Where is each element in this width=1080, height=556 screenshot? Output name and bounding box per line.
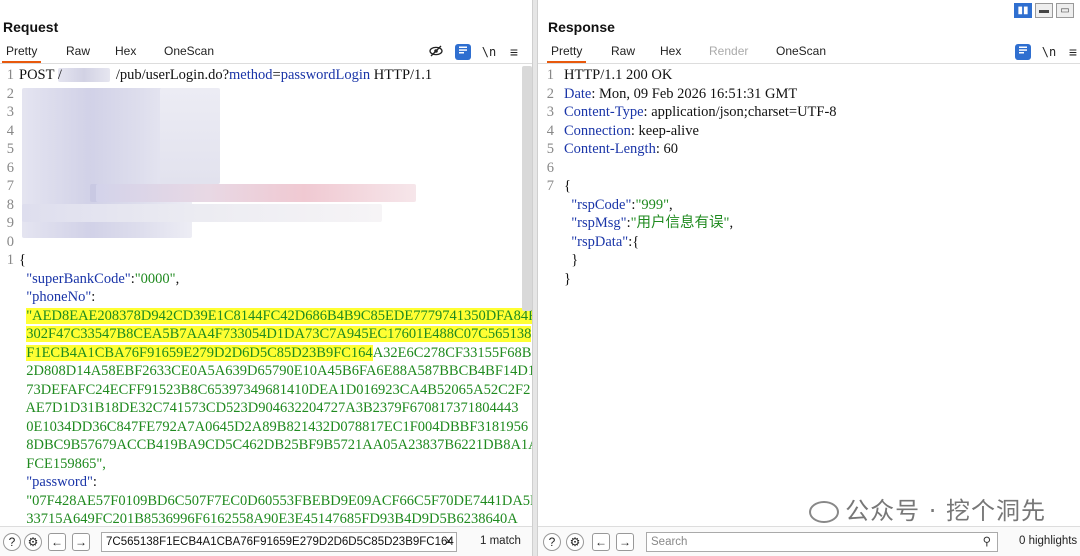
request-footer: ? ⚙ ← → 7C565138F1ECB4A1CBA76F91659E279D… — [0, 526, 532, 556]
response-tab-onescan[interactable]: OneScan — [776, 44, 826, 58]
pretty-format-icon[interactable] — [455, 44, 471, 60]
newline-toggle-icon[interactable]: \n — [481, 44, 497, 60]
request-tab-hex[interactable]: Hex — [115, 44, 136, 58]
search-icon: ⚲ — [982, 536, 991, 548]
next-icon[interactable]: → — [72, 533, 90, 551]
split-horizontal-icon[interactable]: ▬ — [1035, 3, 1053, 18]
highlights-count: 0 highlights — [1019, 535, 1078, 547]
wechat-icon — [809, 501, 840, 523]
response-line-numbers: 1 2 3 4 5 6 7 — [546, 67, 554, 194]
menu-icon[interactable]: ≡ — [1065, 44, 1080, 60]
request-code: POST //pub/userLogin.do?method=passwordL… — [19, 66, 532, 524]
response-tab-hex[interactable]: Hex — [660, 44, 681, 58]
split-vertical-icon[interactable]: ▮▮ — [1014, 3, 1032, 18]
response-tab-render[interactable]: Render — [709, 44, 748, 58]
response-tab-raw[interactable]: Raw — [611, 44, 635, 58]
request-search-input[interactable]: 7C565138F1ECB4A1CBA76F91659E279D2D6D5C85… — [101, 532, 457, 552]
match-count: 1 match — [480, 535, 521, 547]
help-icon[interactable]: ? — [543, 533, 561, 551]
request-line: POST //pub/userLogin.do?method=passwordL… — [19, 67, 433, 83]
request-tabs: Pretty Raw Hex OneScan — [0, 42, 532, 64]
search-highlight: F1ECB4A1CBA76F91659E279D2D6D5C85D23B9FC1… — [26, 344, 373, 361]
request-editor[interactable]: 1 2 3 4 5 6 7 8 9 0 1 POST //pub/userLog… — [0, 66, 532, 524]
request-tab-pretty[interactable]: Pretty — [1, 44, 42, 63]
request-title: Request — [3, 19, 59, 35]
response-title: Response — [548, 19, 615, 35]
request-tab-onescan[interactable]: OneScan — [164, 44, 214, 58]
gear-icon[interactable]: ⚙ — [24, 533, 42, 551]
help-icon[interactable]: ? — [3, 533, 21, 551]
hide-nonprintable-icon[interactable] — [428, 44, 444, 60]
response-search-input[interactable]: Search ⚲ — [646, 532, 998, 552]
search-highlight: "AED8EAE208378D942CD39E1C8144FC42D686B4B… — [26, 307, 532, 324]
menu-icon[interactable]: ≡ — [506, 44, 522, 60]
response-code: HTTP/1.1 200 OK Date: Mon, 09 Feb 2026 1… — [564, 67, 837, 287]
response-pane: ▮▮ ▬ ▭ Response Pretty Raw Hex Render On… — [538, 0, 1080, 556]
response-footer: ? ⚙ ← → Search ⚲ 0 highlights — [538, 526, 1080, 556]
tabs-layout-icon[interactable]: ▭ — [1056, 3, 1074, 18]
request-line-numbers: 1 2 3 4 5 6 7 8 9 0 1 — [6, 67, 14, 268]
request-pane: Request Pretty Raw Hex OneScan \n ≡ 1 2 … — [0, 0, 532, 556]
layout-toggle: ▮▮ ▬ ▭ — [1014, 3, 1074, 18]
gear-icon[interactable]: ⚙ — [566, 533, 584, 551]
response-tab-pretty[interactable]: Pretty — [546, 44, 587, 63]
next-icon[interactable]: → — [616, 533, 634, 551]
search-highlight: 302F47C33547B8CEA5B7AA4F733054D1DA73C7A9… — [26, 326, 532, 342]
response-tabs: Pretty Raw Hex Render OneScan — [538, 42, 1080, 64]
request-tab-raw[interactable]: Raw — [66, 44, 90, 58]
pretty-format-icon[interactable] — [1015, 44, 1031, 60]
clear-search-icon[interactable]: × — [445, 533, 452, 551]
response-editor[interactable]: 1 2 3 4 5 6 7 HTTP/1.1 200 OK Date: Mon,… — [538, 66, 1080, 524]
watermark: 公众号 · 挖个洞先 — [809, 491, 1046, 526]
request-scrollbar[interactable] — [522, 66, 532, 311]
previous-icon[interactable]: ← — [592, 533, 610, 551]
previous-icon[interactable]: ← — [48, 533, 66, 551]
newline-toggle-icon[interactable]: \n — [1041, 44, 1057, 60]
